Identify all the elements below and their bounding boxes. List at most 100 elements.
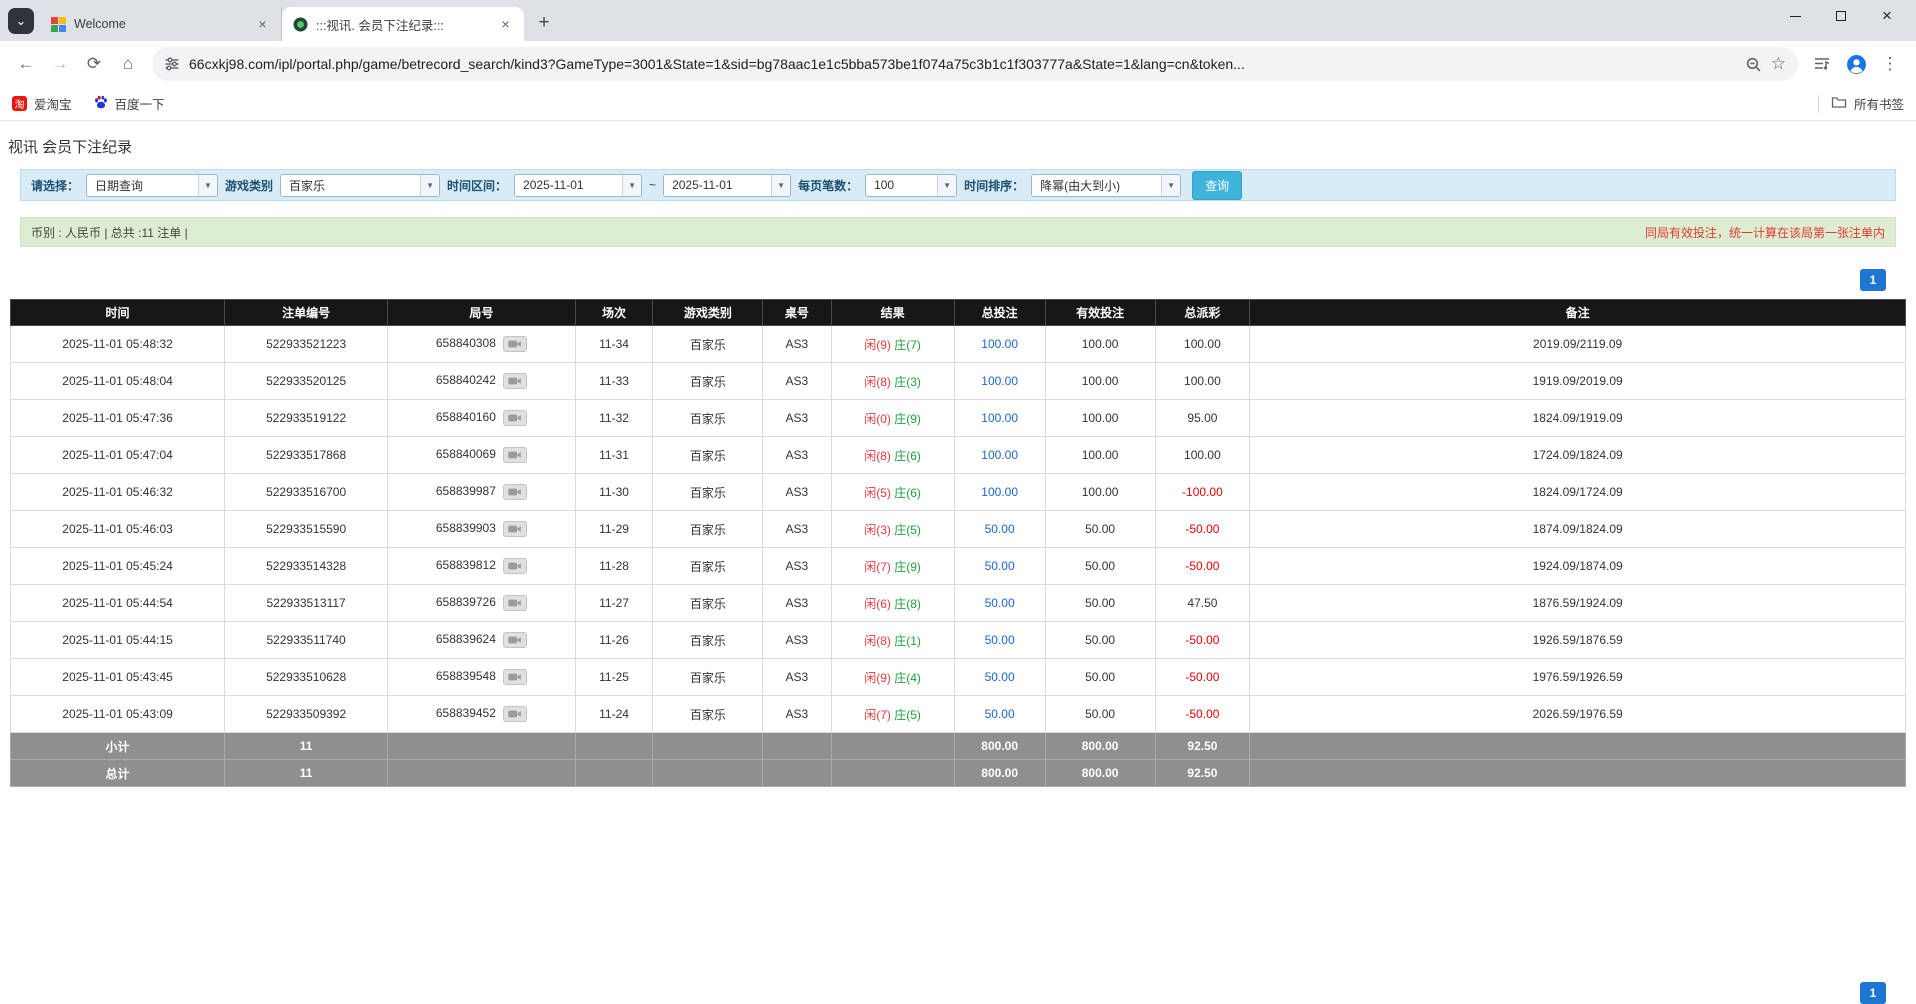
cell-round: 658839726 [388,585,576,622]
video-replay-icon[interactable] [503,336,527,352]
round-number: 658840308 [436,336,496,350]
total-bet-link[interactable]: 100.00 [981,485,1018,499]
video-replay-icon[interactable] [503,558,527,574]
bookmark-star-icon[interactable]: ☆ [1771,54,1786,74]
round-number: 658839726 [436,595,496,609]
table-row: 2025-11-01 05:43:45522933510628658839548… [11,659,1906,696]
cell-table-number: AS3 [763,659,831,696]
video-replay-icon[interactable] [503,373,527,389]
cell-valid-bet: 50.00 [1045,622,1155,659]
query-type-select[interactable]: 日期查询 ▼ [86,174,218,197]
chevron-down-icon[interactable]: ▼ [1161,175,1180,196]
page-button-1[interactable]: 1 [1860,269,1886,291]
sort-select[interactable]: 降幂(由大到小) ▼ [1031,174,1181,197]
total-bet-link[interactable]: 50.00 [985,707,1015,721]
tab-welcome[interactable]: Welcome × [40,7,282,41]
tab-betrecord[interactable]: :::视讯. 会员下注纪录::: × [282,7,524,41]
video-replay-icon[interactable] [503,706,527,722]
cell-note: 1824.09/1919.09 [1250,400,1906,437]
column-header: 时间 [11,300,225,326]
home-button[interactable]: ⌂ [112,48,144,80]
column-header: 桌号 [763,300,831,326]
round-number: 658839987 [436,484,496,498]
total-bet-link[interactable]: 50.00 [985,559,1015,573]
total-bet-link[interactable]: 100.00 [981,411,1018,425]
search-button[interactable]: 查询 [1192,171,1242,200]
column-header: 场次 [575,300,653,326]
video-replay-icon[interactable] [503,447,527,463]
cell-session: 11-34 [575,326,653,363]
close-tab-icon[interactable]: × [254,16,271,33]
table-row: 2025-11-01 05:48:32522933521223658840308… [11,326,1906,363]
video-replay-icon[interactable] [503,484,527,500]
total-bet-link[interactable]: 100.00 [981,337,1018,351]
cell-table-number: AS3 [763,400,831,437]
refresh-button[interactable]: ⟳ [78,48,110,80]
all-bookmarks[interactable]: 所有书签 [1831,94,1904,113]
total-row: 总计11800.00800.0092.50 [11,760,1906,787]
footer-cell [1250,760,1906,787]
maximize-button[interactable] [1818,0,1864,32]
round-number: 658840160 [436,410,496,424]
cell-note: 1976.59/1926.59 [1250,659,1906,696]
page-size-value: 100 [866,175,937,196]
cell-game-type: 百家乐 [653,363,763,400]
site-settings-icon[interactable] [164,56,180,72]
media-controls-icon[interactable] [1806,48,1838,80]
close-tab-icon[interactable]: × [497,16,514,33]
cell-table-number: AS3 [763,326,831,363]
tab-search-button[interactable]: ⌄ [8,8,34,34]
cell-valid-bet: 100.00 [1045,363,1155,400]
chevron-down-icon[interactable]: ▼ [198,175,217,196]
table-body: 2025-11-01 05:48:32522933521223658840308… [11,326,1906,733]
new-tab-button[interactable]: + [530,9,558,37]
window-controls: × [1772,0,1910,32]
game-type-select[interactable]: 百家乐 ▼ [280,174,440,197]
date-from-select[interactable]: 2025-11-01 ▼ [514,174,642,197]
address-bar[interactable]: 66cxkj98.com/ipl/portal.php/game/betreco… [152,47,1798,81]
sort-value: 降幂(由大到小) [1032,175,1161,196]
page-size-select[interactable]: 100 ▼ [865,174,957,197]
forward-button[interactable]: → [44,48,76,80]
video-replay-icon[interactable] [503,410,527,426]
date-to-select[interactable]: 2025-11-01 ▼ [663,174,791,197]
menu-icon[interactable]: ⋮ [1874,48,1906,80]
total-bet-link[interactable]: 100.00 [981,374,1018,388]
total-bet-link[interactable]: 50.00 [985,670,1015,684]
video-replay-icon[interactable] [503,669,527,685]
video-replay-icon[interactable] [503,521,527,537]
total-bet-link[interactable]: 50.00 [985,596,1015,610]
cell-game-type: 百家乐 [653,474,763,511]
tab-bar: ⌄ Welcome × :::视讯. 会员下注纪录::: × + × [0,0,1916,41]
result-player: 闲(5) [864,486,891,500]
bookmark-baidu[interactable]: 百度一下 [94,94,165,113]
video-replay-icon[interactable] [503,632,527,648]
cell-total-bet: 50.00 [954,511,1045,548]
cell-round: 658839903 [388,511,576,548]
cell-bet-id: 522933509392 [225,696,388,733]
window-close-button[interactable]: × [1864,0,1910,32]
minimize-button[interactable] [1772,0,1818,32]
chevron-down-icon[interactable]: ▼ [622,175,641,196]
back-button[interactable]: ← [10,48,42,80]
result-banker: 庄(3) [894,375,921,389]
profile-icon[interactable] [1840,48,1872,80]
chevron-down-icon[interactable]: ▼ [937,175,956,196]
cell-result: 闲(8) 庄(3) [831,363,954,400]
round-number: 658840069 [436,447,496,461]
cell-game-type: 百家乐 [653,326,763,363]
video-replay-icon[interactable] [503,595,527,611]
total-bet-link[interactable]: 50.00 [985,633,1015,647]
footer-cell [763,733,831,760]
chevron-down-icon[interactable]: ▼ [420,175,439,196]
total-bet-link[interactable]: 100.00 [981,448,1018,462]
bookmark-taobao[interactable]: 淘 爱淘宝 [12,94,72,113]
cell-session: 11-25 [575,659,653,696]
total-bet-link[interactable]: 50.00 [985,522,1015,536]
cell-session: 11-26 [575,622,653,659]
cell-payout: -50.00 [1155,548,1250,585]
result-banker: 庄(6) [894,486,921,500]
page-button-bottom[interactable]: 1 [1860,982,1886,1004]
zoom-icon[interactable] [1745,56,1762,73]
chevron-down-icon[interactable]: ▼ [771,175,790,196]
